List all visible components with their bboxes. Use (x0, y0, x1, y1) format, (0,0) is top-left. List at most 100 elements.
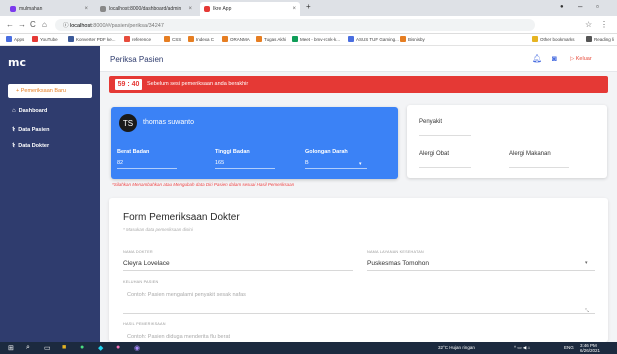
address-bar: ← → C ⌂ ⓘ localhost:8000/#/pasien/periks… (0, 16, 617, 34)
doctor-label: NAMA DOKTER (123, 250, 153, 254)
app-icon[interactable]: ◉ (134, 344, 140, 352)
url-host: localhost (70, 23, 92, 29)
sidebar-item-data-dokter[interactable]: ⚕ Data Dokter (12, 142, 49, 150)
app-icon[interactable]: ● (116, 344, 120, 351)
bookmark-oranma[interactable]: ORANMA (222, 36, 250, 42)
windows-start-icon[interactable]: ⊞ (8, 344, 14, 352)
height-field[interactable]: 165 (215, 160, 275, 169)
bookmark-other[interactable]: Other bookmarks (532, 36, 575, 42)
blood-type-select[interactable]: B (305, 160, 367, 169)
resize-handle-icon[interactable]: ⤡ (585, 308, 589, 314)
vscode-icon[interactable]: ◆ (98, 344, 103, 352)
bell-icon[interactable]: 🔔︎ (532, 54, 542, 63)
search-icon[interactable]: ⌕ (26, 344, 30, 352)
sidebar: mc + Pemeriksaan Baru ⌂ Dashboard ⚕ Data… (0, 46, 100, 342)
chrome-icon[interactable]: ● (80, 344, 84, 351)
bookmark-reference[interactable]: reference (124, 36, 151, 42)
tab-ikre-app[interactable]: Ikre App × (200, 2, 300, 16)
url-input[interactable]: ⓘ localhost:8000/#/pasien/periksa/34247 (55, 19, 535, 31)
diagnosis-label: HASIL PEMERIKSAAN (123, 322, 166, 326)
facility-select-underline (367, 270, 595, 271)
sidebar-item-data-pasien[interactable]: ⚕ Data Pasien (12, 126, 50, 134)
forward-icon[interactable]: → (18, 20, 26, 29)
close-icon[interactable]: × (84, 6, 88, 12)
drug-allergy-label: Alergi Obat (419, 151, 450, 157)
disease-label: Penyakit (419, 119, 443, 125)
tab-favicon-icon (100, 6, 106, 12)
extensions-icon[interactable]: ⋮ (600, 20, 608, 29)
new-examination-button[interactable]: + Pemeriksaan Baru (8, 84, 92, 98)
session-alert: 59 : 40 Sebelum sesi pemeriksaan anda be… (109, 76, 608, 93)
bookmark-youtube[interactable]: YouTube (32, 36, 58, 42)
logout-button[interactable]: ▷ Keluar (570, 56, 592, 62)
tab-label: Ikre App (213, 6, 232, 12)
home-icon[interactable]: ⌂ (42, 20, 47, 29)
page-title: Periksa Pasien (110, 55, 164, 64)
task-view-icon[interactable]: ▭ (44, 344, 51, 352)
chevron-down-icon[interactable]: ▾ (359, 161, 362, 167)
weather-text[interactable]: 32°C Hujan ringan (438, 345, 475, 350)
avatar: TS (119, 114, 137, 132)
app-logo: mc (8, 56, 26, 69)
bookmark-reading[interactable]: Reading li (586, 36, 614, 42)
clock-date[interactable]: 6/26/2021 (580, 348, 600, 353)
close-icon[interactable]: × (188, 6, 192, 12)
form-title: Form Pemeriksaan Dokter (123, 212, 240, 223)
facility-select[interactable]: Puskesmas Tomohon (367, 260, 429, 267)
examination-form: Form Pemeriksaan Dokter * Masukan data p… (109, 198, 608, 342)
patient-name: thomas suwanto (143, 119, 194, 126)
bookmark-meet[interactable]: Meet - bmv-rcnk-k... (292, 36, 340, 42)
food-allergy-label: Alergi Makanan (509, 151, 551, 157)
form-subtitle: * Masukan data pemeriksaan disini (123, 227, 193, 232)
tab-localhost[interactable]: localhost:8000/dashboard/admin × (96, 2, 196, 16)
maximize-icon[interactable]: ▫ (596, 2, 599, 11)
browser-tab-bar: mulmahan × localhost:8000/dashboard/admi… (0, 0, 617, 16)
height-label: Tinggi Badan (215, 149, 250, 155)
close-icon[interactable]: × (292, 6, 296, 12)
facility-label: NAMA LAYANAN KESEHATAN (367, 250, 424, 254)
tab-mulmahan[interactable]: mulmahan × (6, 2, 92, 16)
back-icon[interactable]: ← (6, 20, 14, 29)
patient-note: *Silahkan Menambahkan atau Mengubah data… (112, 182, 295, 187)
diagnosis-textarea[interactable]: Contoh: Pasien diduga menderita flu bera… (127, 334, 230, 340)
bookmark-css[interactable]: CSS (164, 36, 181, 42)
reload-icon[interactable]: C (30, 20, 36, 29)
medical-info-card: Penyakit Alergi Obat Alergi Makanan (407, 105, 607, 178)
star-icon[interactable]: ☆ (585, 20, 592, 29)
bookmark-apps[interactable]: Apps (6, 36, 24, 42)
drug-allergy-field[interactable] (419, 167, 471, 168)
tray-icons[interactable]: ^ ▭ ◀ ⌂ (514, 345, 530, 351)
sidebar-item-label: Data Pasien (18, 126, 50, 133)
home-icon: ⌂ (12, 108, 16, 114)
tab-favicon-icon (10, 6, 16, 12)
disease-field[interactable] (419, 135, 471, 136)
doctor-icon: ⚕ (12, 143, 16, 149)
food-allergy-field[interactable] (509, 167, 569, 168)
bookmark-bisnis[interactable]: Bisnisby (400, 36, 425, 42)
tab-label: localhost:8000/dashboard/admin (109, 6, 182, 12)
file-explorer-icon[interactable]: ■ (62, 344, 66, 351)
taskbar: ⊞ ⌕ ▭ ■ ● ◆ ● ◉ 32°C Hujan ringan ^ ▭ ◀ … (0, 342, 617, 354)
complaint-textarea[interactable]: Contoh: Pasien mengalami penyakit sesak … (127, 292, 246, 298)
blood-type-label: Golongan Darah (305, 149, 348, 155)
chevron-down-icon[interactable]: ▾ (585, 260, 588, 266)
minimize-icon[interactable]: – (578, 2, 582, 11)
sidebar-item-dashboard[interactable]: ⌂ Dashboard (12, 108, 47, 114)
bookmarks-bar: Apps YouTube Konverter PDF ke... referen… (0, 34, 617, 46)
camera-icon[interactable]: ◙ (552, 54, 557, 63)
doctor-field[interactable]: Cleyra Lovelace (123, 260, 170, 267)
bookmark-tugas[interactable]: Tugas Akhi (256, 36, 286, 42)
app-header: Periksa Pasien 🔔︎ ◙ ▷ Keluar (100, 46, 617, 72)
patient-card: TS thomas suwanto Berat Badan 82 Tinggi … (111, 107, 398, 179)
bookmark-pdf[interactable]: Konverter PDF ke... (68, 36, 116, 42)
language-indicator[interactable]: ENG (564, 345, 574, 350)
sidebar-item-label: Dashboard (18, 108, 48, 114)
tab-favicon-icon (204, 6, 210, 12)
new-tab-icon[interactable]: + (306, 2, 311, 11)
bookmark-asus[interactable]: ASUS TUF Gaming... (348, 36, 399, 42)
lock-icon: ⓘ (63, 23, 71, 29)
bookmark-indexa[interactable]: Indexa C (188, 36, 214, 42)
profile-icon[interactable]: ● (560, 4, 564, 10)
weight-field[interactable]: 82 (117, 160, 177, 169)
session-timer: 59 : 40 (115, 79, 142, 90)
